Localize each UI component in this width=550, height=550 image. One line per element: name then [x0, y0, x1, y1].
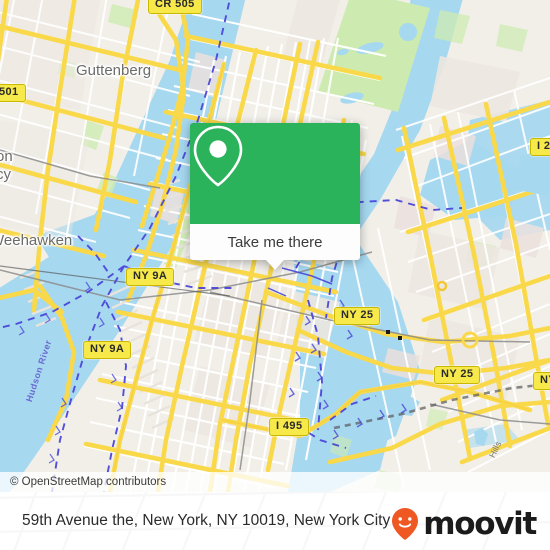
place-label-city: cy	[0, 166, 11, 183]
map-canvas[interactable]: Guttenberg Weehawken on cy Hudson River …	[0, 0, 550, 492]
road-shield-i-495: I 495	[269, 418, 310, 436]
map-attribution-bar: © OpenStreetMap contributors	[0, 472, 550, 492]
road-shield-ny-25-mid: NY 25	[434, 366, 481, 384]
road-shield-i-278: I 2	[530, 138, 550, 156]
take-me-there-label: Take me there	[227, 233, 323, 251]
moovit-wordmark: moovit	[423, 505, 537, 542]
road-shield-ny-25-west: NY 25	[334, 307, 381, 325]
place-label-union: on	[0, 148, 13, 165]
map-pin-icon	[193, 125, 243, 187]
moovit-brand[interactable]: moovit	[390, 505, 537, 542]
moovit-smiley-pin-icon	[392, 508, 419, 540]
road-shield-ny-9a-lower: NY 9A	[83, 341, 132, 359]
road-shield-ny-25-east: NY 25	[533, 372, 550, 390]
popup-pointer	[266, 260, 284, 270]
osm-attribution-text[interactable]: © OpenStreetMap contributors	[0, 476, 166, 488]
road-shield-501: 501	[0, 84, 26, 102]
place-label-guttenberg: Guttenberg	[76, 62, 152, 79]
popup-action-bar[interactable]: Take me there	[190, 224, 360, 260]
moovit-map-page: Guttenberg Weehawken on cy Hudson River …	[0, 0, 550, 550]
road-shield-ny-9a-upper: NY 9A	[126, 268, 175, 286]
footer-bar: 59th Avenue the, New York, NY 10019, New…	[0, 492, 550, 550]
popup-header	[190, 123, 360, 224]
location-popup-card[interactable]: Take me there	[190, 123, 360, 270]
road-shield-cr-505: CR 505	[148, 0, 202, 14]
place-label-weehawken: Weehawken	[0, 232, 73, 249]
address-label: 59th Avenue the, New York, NY 10019, New…	[22, 512, 391, 529]
